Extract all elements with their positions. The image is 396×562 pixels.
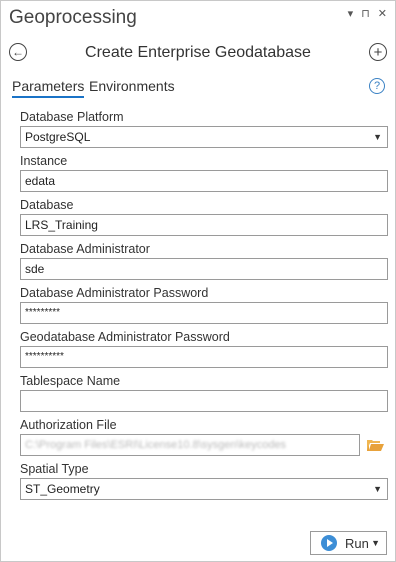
database-platform-value: PostgreSQL bbox=[25, 130, 91, 144]
db-admin-password-input[interactable]: ********* bbox=[20, 302, 388, 324]
authorization-file-input[interactable]: C:\Program Files\ESRI\License10.8\sysgen… bbox=[20, 434, 360, 456]
database-input[interactable]: LRS_Training bbox=[20, 214, 388, 236]
chevron-down-icon: ▼ bbox=[373, 484, 382, 494]
param-db-admin: Database Administrator sde bbox=[20, 241, 388, 280]
tab-parameters[interactable]: Parameters bbox=[12, 78, 85, 98]
pin-icon[interactable]: ⊓ bbox=[361, 7, 370, 20]
param-database-platform: Database Platform PostgreSQL ▼ bbox=[20, 109, 388, 148]
database-platform-label: Database Platform bbox=[20, 110, 124, 124]
param-authorization-file: Authorization File C:\Program Files\ESRI… bbox=[20, 417, 388, 456]
database-label: Database bbox=[20, 198, 74, 212]
param-tablespace: Tablespace Name bbox=[20, 373, 388, 412]
window-controls: ▾ ⊓ ✕ bbox=[348, 7, 387, 20]
authorization-file-label: Authorization File bbox=[20, 418, 117, 432]
spatial-type-value: ST_Geometry bbox=[25, 482, 100, 496]
tab-environments[interactable]: Environments bbox=[89, 78, 175, 94]
authorization-file-path: C:\Program Files\ESRI\License10.8\sysgen… bbox=[25, 439, 287, 451]
instance-label: Instance bbox=[20, 154, 68, 168]
parameters-form: Database Platform PostgreSQL ▼ Instance … bbox=[20, 109, 388, 505]
close-icon[interactable]: ✕ bbox=[378, 7, 387, 20]
gdb-admin-password-input[interactable]: ********** bbox=[20, 346, 388, 368]
authorization-file-row: C:\Program Files\ESRI\License10.8\sysgen… bbox=[20, 434, 388, 456]
pane-titlebar: Geoprocessing ▾ ⊓ ✕ bbox=[1, 1, 395, 35]
param-gdb-admin-password: Geodatabase Administrator Password *****… bbox=[20, 329, 388, 368]
play-icon bbox=[321, 535, 337, 551]
spatial-type-select[interactable]: ST_Geometry ▼ bbox=[20, 478, 388, 500]
pane-options-dropdown-icon[interactable]: ▾ bbox=[348, 7, 354, 20]
chevron-down-icon: ▼ bbox=[373, 132, 382, 142]
tool-header: ← Create Enterprise Geodatabase + bbox=[1, 37, 395, 71]
tablespace-label: Tablespace Name bbox=[20, 374, 121, 388]
tool-tabs: Parameters Environments ? bbox=[1, 75, 395, 101]
database-platform-select[interactable]: PostgreSQL ▼ bbox=[20, 126, 388, 148]
param-database: Database LRS_Training bbox=[20, 197, 388, 236]
help-icon[interactable]: ? bbox=[369, 78, 385, 94]
pane-title: Geoprocessing bbox=[9, 7, 137, 28]
instance-input[interactable]: edata bbox=[20, 170, 388, 192]
folder-open-icon[interactable] bbox=[367, 439, 384, 452]
spatial-type-label: Spatial Type bbox=[20, 462, 89, 476]
param-db-admin-password: Database Administrator Password ********… bbox=[20, 285, 388, 324]
db-admin-input[interactable]: sde bbox=[20, 258, 388, 280]
gdb-admin-password-label: Geodatabase Administrator Password bbox=[20, 330, 230, 344]
param-instance: Instance edata bbox=[20, 153, 388, 192]
chevron-down-icon[interactable]: ▼ bbox=[371, 538, 380, 548]
param-spatial-type: Spatial Type ST_Geometry ▼ bbox=[20, 461, 388, 500]
add-plus-icon[interactable]: + bbox=[369, 43, 387, 61]
db-admin-label: Database Administrator bbox=[20, 242, 150, 256]
geoprocessing-pane: Geoprocessing ▾ ⊓ ✕ ← Create Enterprise … bbox=[0, 0, 396, 562]
run-label: Run bbox=[345, 535, 369, 551]
run-button[interactable]: Run ▼ bbox=[310, 531, 387, 555]
tool-title: Create Enterprise Geodatabase bbox=[85, 44, 311, 61]
tablespace-input[interactable] bbox=[20, 390, 388, 412]
db-admin-password-label: Database Administrator Password bbox=[20, 286, 209, 300]
